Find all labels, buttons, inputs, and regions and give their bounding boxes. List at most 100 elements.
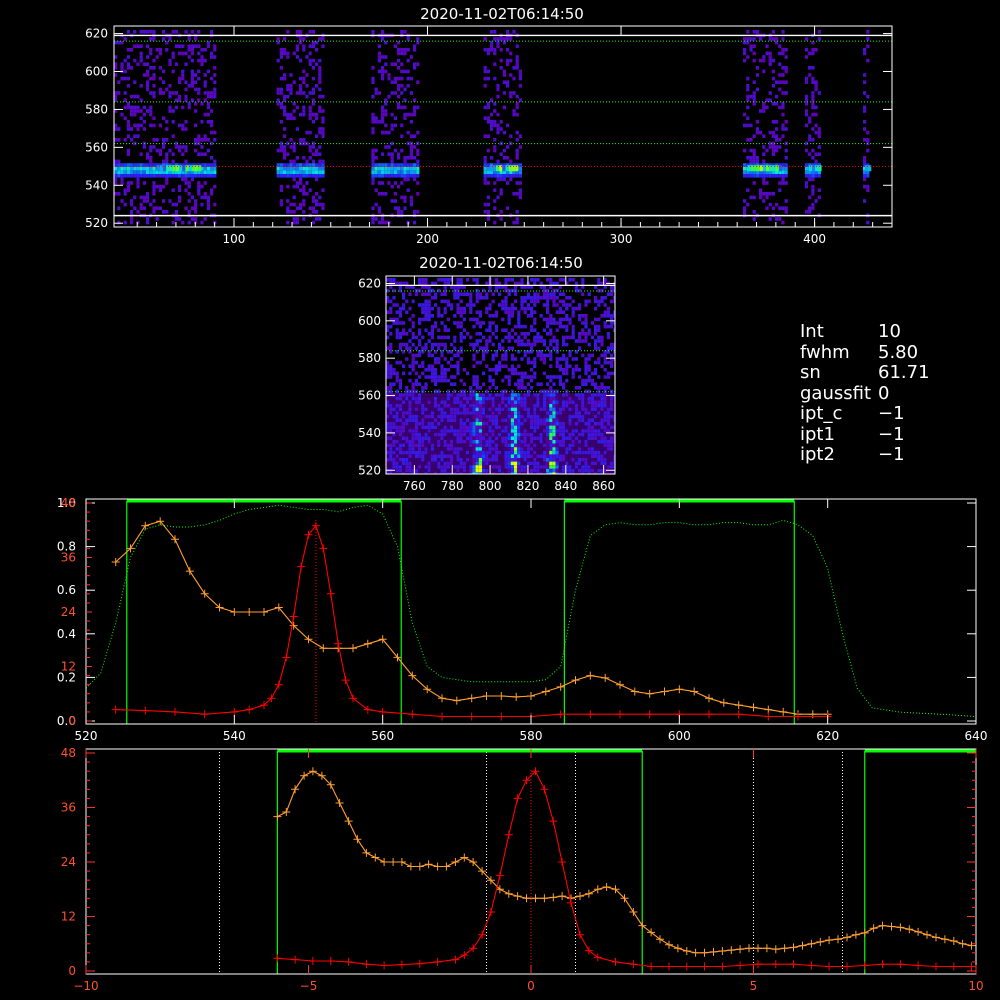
heat-cell — [295, 44, 299, 48]
heat-cell — [393, 76, 397, 81]
heat-cell — [759, 109, 763, 113]
heat-cell — [759, 174, 763, 178]
heat-cell — [504, 303, 508, 307]
heat-cell — [746, 30, 750, 34]
heat-cell — [149, 37, 153, 41]
heat-cell — [581, 429, 585, 433]
heat-cell — [539, 468, 543, 473]
heat-cell — [507, 407, 511, 412]
heat-cell — [418, 339, 422, 343]
heat-cell — [299, 30, 303, 34]
heat-cell — [402, 321, 406, 325]
data-point — [779, 707, 788, 716]
heat-cell — [421, 425, 425, 430]
heat-cell — [581, 339, 585, 343]
heat-cell — [315, 166, 319, 171]
heat-cell — [413, 177, 417, 182]
heat-cell — [749, 148, 753, 153]
data-point — [616, 680, 624, 689]
heat-cell — [587, 432, 591, 437]
heat-cell — [485, 440, 489, 444]
heat-cell — [743, 51, 747, 56]
heat-cell — [483, 66, 487, 70]
heat-cell — [403, 170, 407, 174]
heat-cell — [430, 306, 434, 311]
heat-cell — [200, 58, 204, 63]
heat-cell — [472, 468, 476, 473]
heat-cell — [518, 195, 522, 200]
heat-cell — [781, 174, 785, 178]
heat-cell — [453, 396, 457, 401]
heat-cell — [302, 184, 306, 189]
heat-cell — [210, 166, 214, 171]
heat-cell — [462, 450, 466, 455]
heat-cell — [549, 418, 553, 422]
x-tick-label: 520 — [75, 729, 98, 743]
heat-cell — [490, 120, 494, 124]
heat-cell — [408, 450, 412, 455]
heat-cell — [155, 138, 159, 142]
heat-cell — [416, 181, 420, 185]
heat-cell — [395, 422, 399, 426]
heat-cell — [542, 425, 546, 430]
heat-cell — [409, 112, 413, 117]
heat-cell — [546, 324, 550, 329]
heat-cell — [515, 192, 519, 196]
heat-cell — [507, 382, 511, 386]
heat-cell — [440, 450, 444, 455]
data-point — [111, 705, 120, 714]
heat-cell — [603, 400, 607, 404]
heat-cell — [514, 411, 518, 415]
heat-cell — [587, 443, 591, 448]
heat-cell — [178, 76, 182, 81]
heat-cell — [536, 400, 540, 404]
heat-cell — [136, 94, 140, 99]
heat-cell — [504, 278, 508, 282]
heat-cell — [427, 400, 431, 404]
data-point — [734, 701, 743, 710]
heat-cell — [418, 332, 422, 336]
heat-cell — [397, 210, 401, 214]
heat-cell — [804, 55, 809, 59]
heat-cell — [403, 105, 407, 110]
heat-cell — [510, 418, 514, 422]
heat-cell — [499, 217, 503, 221]
heat-cell — [390, 156, 394, 160]
heat-cell — [403, 116, 407, 120]
heat-cell — [530, 432, 534, 437]
heat-cell — [555, 443, 559, 448]
heat-cell — [501, 447, 505, 451]
heat-cell — [514, 414, 518, 419]
heat-cell — [453, 321, 457, 325]
heat-cell — [178, 80, 182, 84]
heat-cell — [530, 440, 534, 444]
heat-cell — [581, 332, 585, 336]
heat-cell — [197, 76, 201, 81]
heat-cell — [517, 407, 521, 412]
heat-cell — [213, 138, 217, 142]
heat-cell — [555, 447, 559, 451]
heat-cell — [507, 436, 511, 440]
heat-cell — [587, 364, 591, 368]
heat-cell — [517, 324, 521, 329]
heat-cell — [542, 353, 546, 358]
heat-cell — [130, 109, 134, 113]
heat-cell — [443, 400, 447, 404]
heat-cell — [558, 407, 562, 412]
heat-cell — [749, 44, 753, 48]
heat-cell — [784, 174, 788, 178]
heat-cell — [418, 317, 422, 322]
heat-cell — [478, 436, 482, 440]
heat-cell — [568, 335, 572, 340]
heat-cell — [279, 148, 283, 153]
x-tick-label: −10 — [73, 979, 98, 993]
heat-cell — [389, 440, 393, 444]
heat-cell — [395, 332, 399, 336]
heat-cell — [587, 447, 591, 451]
heat-cell — [488, 335, 492, 340]
heat-cell — [424, 465, 428, 469]
heat-cell — [507, 292, 511, 296]
heat-cell — [406, 174, 410, 178]
heat-cell — [416, 174, 420, 178]
heat-cell — [587, 468, 591, 473]
